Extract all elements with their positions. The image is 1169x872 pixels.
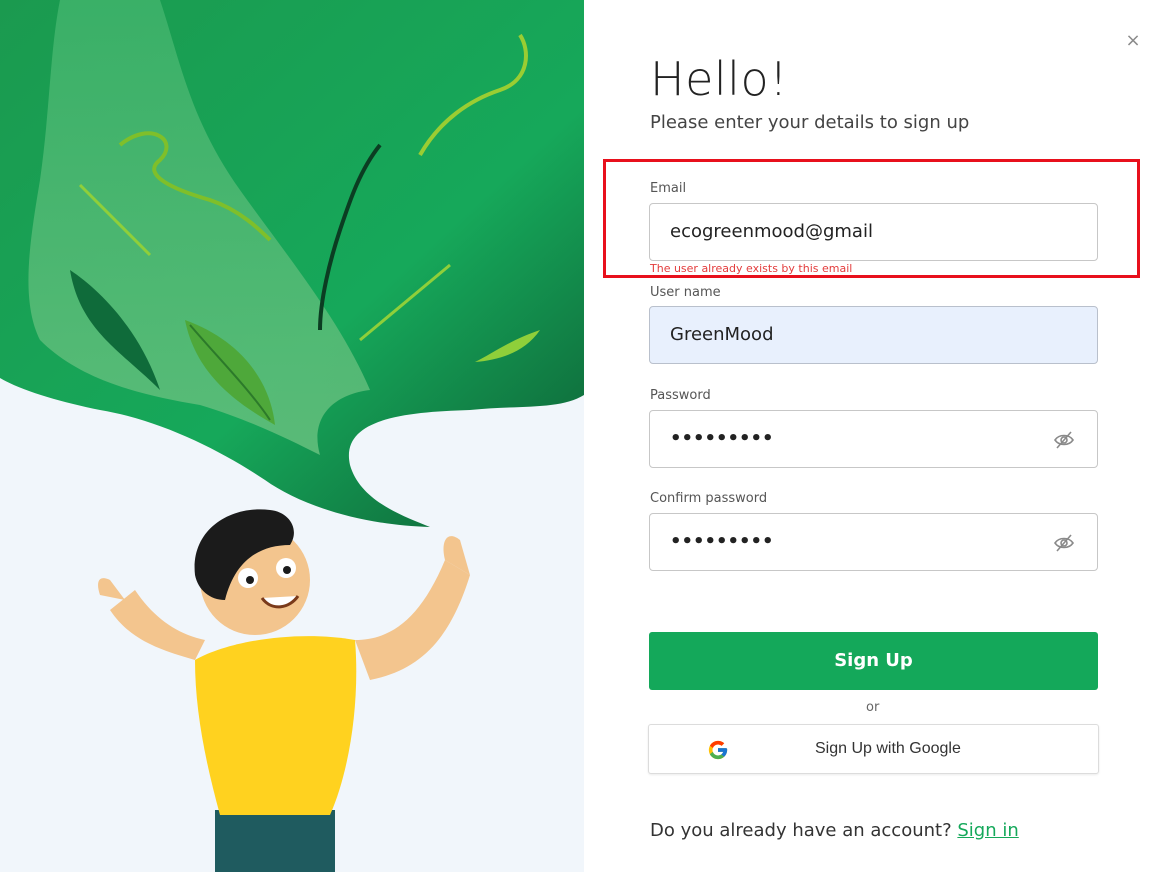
signup-illustration [0,0,584,872]
password-value: ••••••••• [670,428,774,449]
confirm-password-label: Confirm password [650,491,768,506]
sign-up-button[interactable]: Sign Up [649,632,1098,690]
google-sign-up-button[interactable]: Sign Up with Google [648,724,1099,774]
google-button-label: Sign Up with Google [815,740,961,757]
username-label: User name [650,285,721,300]
password-field[interactable]: ••••••••• [649,410,1098,468]
eye-off-icon[interactable] [1053,430,1075,450]
email-error-message: The user already exists by this email [650,262,853,275]
eye-off-icon[interactable] [1053,533,1075,553]
email-value: ecogreenmood@gmail [670,221,873,242]
confirm-password-field[interactable]: ••••••••• [649,513,1098,571]
google-logo-icon [708,740,728,760]
close-icon[interactable]: × [1124,30,1142,52]
username-value: GreenMood [670,324,774,345]
or-divider-text: or [866,700,880,715]
signin-prompt: Do you already have an account? Sign in [650,820,1019,841]
confirm-password-value: ••••••••• [670,531,774,552]
password-label: Password [650,388,711,403]
signin-question: Do you already have an account? [650,820,952,841]
signin-link[interactable]: Sign in [957,820,1018,841]
username-field[interactable]: GreenMood [649,306,1098,364]
page-title: Hello! [650,52,789,106]
page-subtitle: Please enter your details to sign up [650,112,970,133]
email-label: Email [650,181,687,196]
email-field[interactable]: ecogreenmood@gmail [649,203,1098,261]
